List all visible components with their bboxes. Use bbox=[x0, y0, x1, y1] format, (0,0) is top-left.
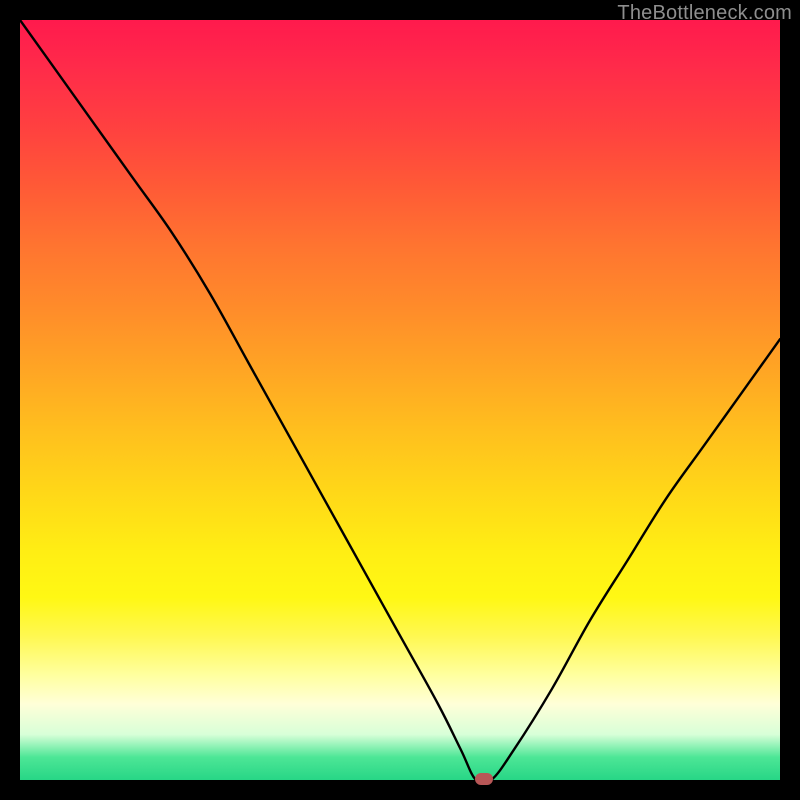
bottleneck-curve bbox=[20, 20, 780, 780]
chart-frame: TheBottleneck.com bbox=[0, 0, 800, 800]
optimal-point-marker bbox=[475, 773, 493, 785]
chart-plot-area bbox=[20, 20, 780, 780]
attribution-text: TheBottleneck.com bbox=[617, 2, 792, 25]
